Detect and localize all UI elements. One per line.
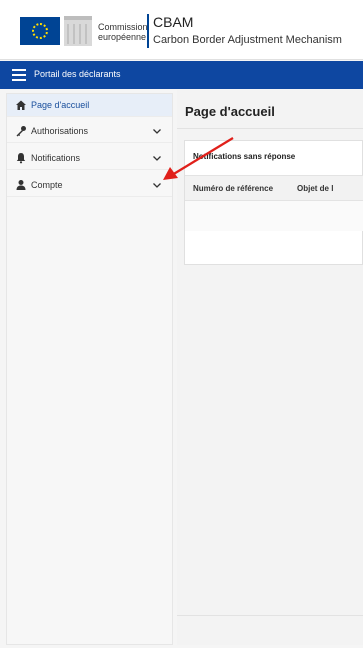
commission-wordmark: Commission européenne (98, 22, 148, 42)
chevron-down-icon[interactable] (152, 180, 162, 190)
divider (177, 128, 363, 129)
page-title: Page d'accueil (185, 104, 275, 119)
app-subtitle: Carbon Border Adjustment Mechanism (153, 34, 342, 46)
key-icon (16, 126, 26, 137)
card-title: Notifications sans réponse (193, 152, 296, 161)
user-icon (16, 180, 26, 190)
divider (177, 615, 363, 616)
home-icon (16, 100, 26, 110)
table-empty-row (185, 201, 363, 231)
menu-icon[interactable] (12, 69, 26, 81)
building-icon (64, 16, 92, 46)
sidebar-item-label: Compte (31, 180, 63, 190)
bell-icon (16, 153, 26, 164)
column-header-subject[interactable]: Objet de l (297, 184, 333, 193)
column-header-reference[interactable]: Numéro de référence (193, 184, 273, 193)
sidebar-item-label: Notifications (31, 153, 81, 163)
eu-flag-icon (20, 17, 60, 45)
main-content: Page d'accueil Notifications sans répons… (177, 90, 363, 645)
sidebar: Page d'accueil Authorisations Notificati… (6, 93, 173, 645)
app-header: Commission européenne CBAM Carbon Border… (0, 0, 363, 60)
chevron-down-icon[interactable] (152, 153, 162, 163)
portal-link[interactable]: Portail des déclarants (34, 69, 121, 79)
sidebar-item-compte[interactable]: Compte (7, 174, 172, 197)
sidebar-item-home[interactable]: Page d'accueil (7, 94, 172, 117)
top-navbar: Portail des déclarants (0, 61, 363, 89)
european-commission-logo[interactable]: Commission européenne (20, 14, 148, 48)
app-title: CBAM (153, 14, 194, 30)
sidebar-item-label: Authorisations (31, 126, 89, 136)
chevron-down-icon[interactable] (152, 126, 162, 136)
table-header: Numéro de référence Objet de l (185, 175, 363, 201)
sidebar-item-label: Page d'accueil (31, 100, 90, 110)
sidebar-item-authorisations[interactable]: Authorisations (7, 120, 172, 143)
notifications-card: Notifications sans réponse Numéro de réf… (184, 140, 363, 265)
sidebar-item-notifications[interactable]: Notifications (7, 147, 172, 170)
header-divider (147, 14, 149, 48)
